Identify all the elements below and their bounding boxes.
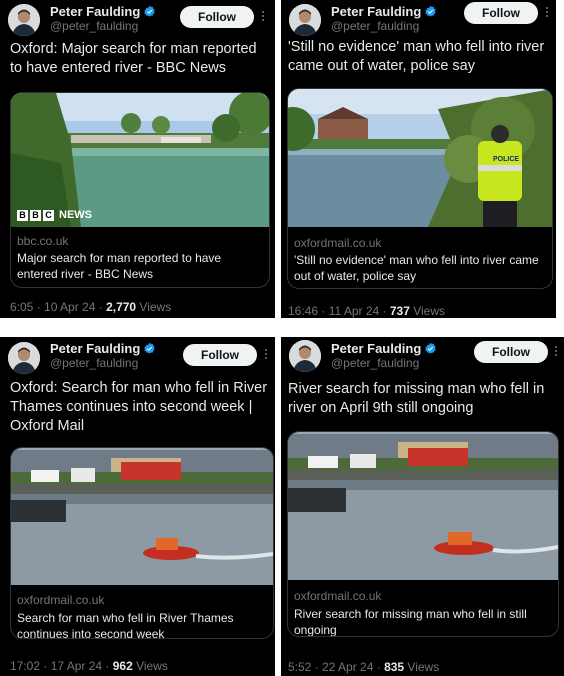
author-handle[interactable]: @peter_faulding	[331, 356, 419, 370]
views-label: Views	[136, 300, 172, 314]
card-title: Search for man who fell in River Thames …	[17, 611, 234, 639]
follow-button[interactable]: Follow	[474, 341, 548, 363]
tweet-text: Oxford: Search for man who fell in River…	[10, 380, 268, 434]
tweet-2[interactable]: Peter Faulding @peter_faulding Follow 'S…	[281, 0, 556, 318]
card-title: 'Still no evidence' man who fell into ri…	[294, 253, 539, 283]
tweet-meta: 17:02 · 17 Apr 24 · 962 Views	[10, 659, 168, 673]
card-image: POLICE	[288, 89, 552, 227]
more-options-icon[interactable]	[543, 5, 551, 21]
tweet-3[interactable]: Peter Faulding @peter_faulding Follow Ox…	[0, 337, 275, 676]
link-card[interactable]: POLICE oxfordmail.co.uk 'Still no eviden…	[287, 88, 553, 289]
card-title: Major search for man reported to have en…	[17, 251, 222, 281]
link-card[interactable]: oxfordmail.co.uk Search for man who fell…	[10, 447, 274, 639]
bbc-letter: B	[30, 209, 41, 221]
news-badge: NEWS	[59, 209, 92, 221]
card-image: B B C NEWS	[11, 93, 269, 227]
views-count: 2,770	[106, 300, 137, 314]
author-handle[interactable]: @peter_faulding	[50, 356, 138, 370]
avatar[interactable]	[8, 4, 40, 36]
author-name-text: Peter Faulding	[331, 341, 422, 356]
views-count: 737	[389, 304, 410, 318]
avatar[interactable]	[289, 4, 321, 36]
police-label: POLICE	[493, 156, 519, 163]
follow-button[interactable]: Follow	[464, 2, 538, 24]
author-name-text: Peter Faulding	[50, 4, 141, 19]
tweet-1[interactable]: Peter Faulding @peter_faulding Follow Ox…	[0, 0, 275, 318]
timestamp[interactable]: 6:05 · 10 Apr 24 ·	[10, 300, 106, 314]
bbc-letter: B	[17, 209, 28, 221]
author-handle[interactable]: @peter_faulding	[50, 19, 138, 33]
avatar[interactable]	[289, 340, 321, 372]
more-options-icon[interactable]	[552, 344, 560, 360]
timestamp[interactable]: 17:02 · 17 Apr 24 ·	[10, 659, 113, 673]
card-domain: oxfordmail.co.uk	[17, 593, 105, 607]
tweet-4[interactable]: Peter Faulding @peter_faulding Follow Ri…	[281, 337, 564, 676]
tweet-meta: 6:05 · 10 Apr 24 · 2,770 Views	[10, 300, 171, 314]
views-label: Views	[404, 660, 440, 674]
card-image	[288, 432, 558, 580]
more-options-icon[interactable]	[262, 347, 270, 363]
tweet-meta: 5:52 · 22 Apr 24 · 835 Views	[288, 660, 439, 674]
card-domain: oxfordmail.co.uk	[294, 236, 382, 250]
tweet-text: River search for missing man who fell in…	[288, 381, 545, 416]
author-handle[interactable]: @peter_faulding	[331, 19, 419, 33]
more-options-icon[interactable]	[259, 9, 267, 25]
card-image	[11, 448, 273, 585]
views-label: Views	[409, 304, 446, 318]
card-domain: oxfordmail.co.uk	[294, 589, 382, 603]
bbc-letter: C	[43, 209, 54, 221]
verified-badge-icon	[424, 342, 437, 358]
tweet-text: Oxford: Major search for man reported to…	[10, 41, 257, 76]
tweet-meta: 16:46 · 11 Apr 24 · 737 Views	[288, 304, 445, 318]
verified-badge-icon	[143, 5, 156, 21]
timestamp[interactable]: 5:52 · 22 Apr 24 ·	[288, 660, 384, 674]
verified-badge-icon	[424, 5, 437, 21]
views-count: 835	[384, 660, 405, 674]
author-name-text: Peter Faulding	[50, 341, 141, 356]
author-name-text: Peter Faulding	[331, 4, 422, 19]
card-domain: bbc.co.uk	[17, 234, 69, 248]
avatar[interactable]	[8, 342, 40, 374]
follow-button[interactable]: Follow	[183, 344, 257, 366]
card-title: River search for missing man who fell in…	[294, 607, 527, 637]
link-card[interactable]: oxfordmail.co.uk River search for missin…	[287, 431, 559, 637]
tweet-text: 'Still no evidence' man who fell into ri…	[288, 39, 545, 74]
bbc-news-logo: B B C NEWS	[17, 209, 92, 221]
timestamp[interactable]: 16:46 · 11 Apr 24 ·	[288, 304, 390, 318]
follow-button[interactable]: Follow	[180, 6, 254, 28]
link-card[interactable]: B B C NEWS bbc.co.uk Major search for man r…	[10, 92, 270, 288]
views-label: Views	[132, 659, 168, 673]
verified-badge-icon	[143, 342, 156, 358]
views-count: 962	[112, 659, 133, 673]
